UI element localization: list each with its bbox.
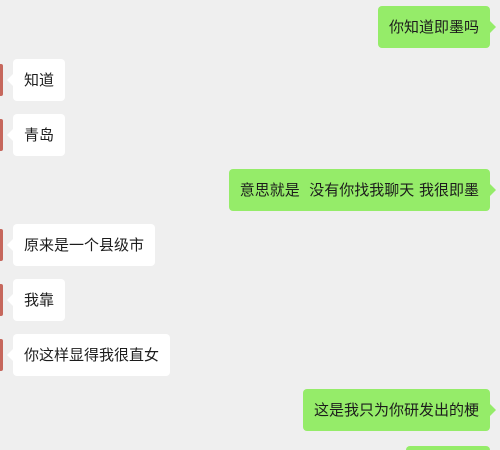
avatar[interactable] [0,284,3,316]
sent-message-bubble[interactable]: 这是我只为你研发出的梗 [302,389,497,431]
chat-message-list[interactable]: 你知道即墨吗 知道 青岛 意思就是 没有你找我聊天 我很即墨 原来是一个县级市 … [0,0,500,450]
message-row-received: 你这样显得我很直女 [0,334,500,376]
avatar[interactable] [0,229,3,261]
message-row-received: 知道 [0,59,500,101]
message-row-sent: 你知道即墨吗 [0,6,500,48]
message-row-sent: 意思就是 没有你找我聊天 我很即墨 [0,169,500,211]
avatar[interactable] [0,119,3,151]
message-row-sent: 这是我只为你研发出的梗 [0,389,500,431]
received-message-bubble[interactable]: 青岛 [6,114,66,156]
avatar[interactable] [0,339,3,371]
sent-message-bubble[interactable]: 你知道即墨吗 [377,6,497,48]
message-row-received: 青岛 [0,114,500,156]
received-message-bubble[interactable]: 原来是一个县级市 [6,224,156,266]
message-row-received: 原来是一个县级市 [0,224,500,266]
sent-message-bubble-partial[interactable] [406,446,490,450]
received-message-bubble[interactable]: 知道 [6,59,66,101]
message-row-received: 我靠 [0,279,500,321]
received-message-bubble[interactable]: 你这样显得我很直女 [6,334,171,376]
sent-message-bubble[interactable]: 意思就是 没有你找我聊天 我很即墨 [228,169,497,211]
received-message-bubble[interactable]: 我靠 [6,279,66,321]
avatar[interactable] [0,64,3,96]
